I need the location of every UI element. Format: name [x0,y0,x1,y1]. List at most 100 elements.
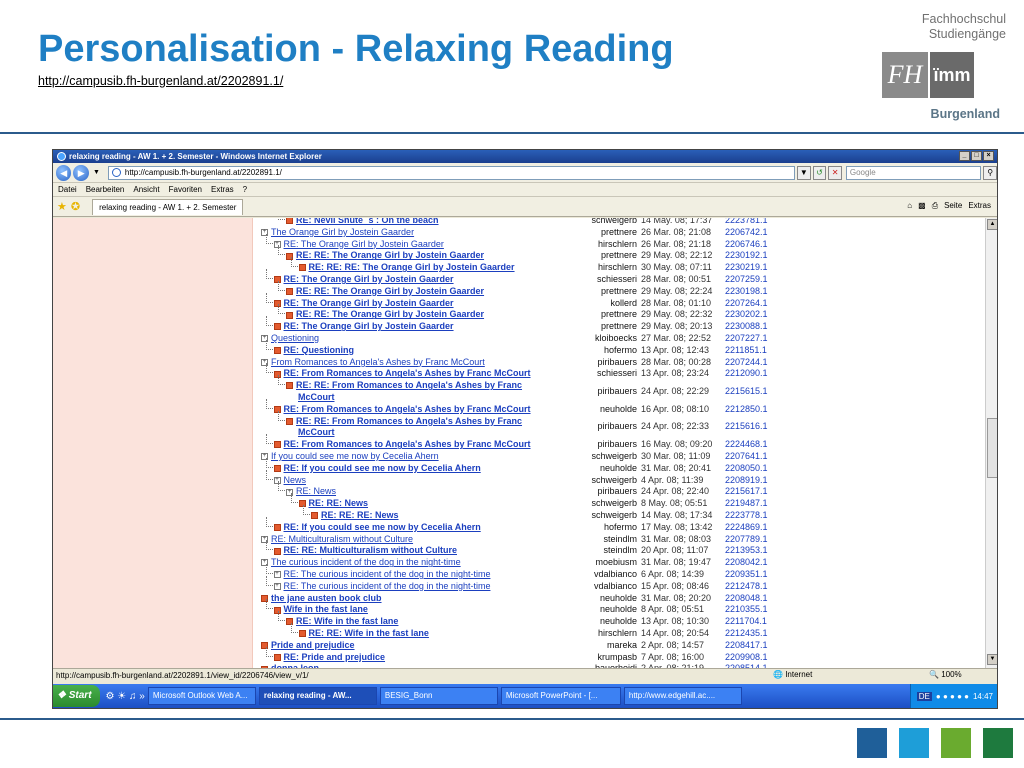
thread-id[interactable]: 2230198.1 [725,286,768,298]
thread-id[interactable]: 2223778.1 [725,510,768,522]
thread-subject[interactable]: RE: RE: RE: News [321,510,399,520]
back-arrow-icon[interactable]: ◀ [56,164,72,181]
thread-id[interactable]: 2212850.1 [725,404,768,416]
unread-post-icon[interactable] [273,323,281,331]
thread-id[interactable]: 2224869.1 [725,522,768,534]
thread-subject[interactable]: RE: The Orange Girl by Jostein Gaarder [284,298,454,308]
thread-id[interactable]: 2215617.1 [725,486,768,498]
thread-id[interactable]: 2215616.1 [725,421,768,433]
add-favorite-icon[interactable]: ✪ [71,200,80,213]
thread-id[interactable]: 2207259.1 [725,274,768,286]
unread-post-icon[interactable] [286,417,293,425]
task-relaxing-reading[interactable]: relaxing reading - AW... [258,687,377,705]
thread-id[interactable]: 2210355.1 [725,604,768,616]
unread-post-icon[interactable] [298,630,306,638]
task-outlook[interactable]: Microsoft Outlook Web A... [147,687,256,705]
thread-subject[interactable]: RE: RE: From Romances to Angela's Ashes … [296,416,522,426]
menu-favoriten[interactable]: Favoriten [169,185,202,194]
thread-subject[interactable]: Pride and prejudice [271,640,355,650]
thread-subject[interactable]: RE: RE: News [309,498,369,508]
thread-id[interactable]: 2211851.1 [725,345,767,357]
thread-id[interactable]: 2208417.1 [725,640,768,652]
unread-post-icon[interactable] [273,346,281,354]
favorites-star-icon[interactable]: ★ [57,200,67,213]
thread-subject[interactable]: If you could see me now by Cecelia Ahern [271,451,439,461]
thread-id[interactable]: 2207789.1 [725,534,768,546]
scroll-up-icon[interactable]: ▲ [987,219,997,230]
tab-relaxing-reading[interactable]: relaxing reading - AW 1. + 2. Semester [92,198,244,215]
thread-id[interactable]: 2215615.1 [725,386,768,398]
unread-post-icon[interactable] [298,264,306,272]
thread-id[interactable]: 2207641.1 [725,451,768,463]
forward-arrow-icon[interactable]: ▶ [73,164,89,181]
thread-id[interactable]: 2206742.1 [725,227,768,239]
thread-id[interactable]: 2208919.1 [725,475,768,487]
thread-subject[interactable]: RE: RE: RE: The Orange Girl by Jostein G… [309,262,515,272]
task-powerpoint[interactable]: Microsoft PowerPoint - [... [500,687,621,705]
thread-subject[interactable]: RE: The curious incident of the dog in t… [284,569,491,579]
unread-post-icon[interactable] [286,287,293,295]
menu-extras[interactable]: Extras [211,185,234,194]
thread-subject[interactable]: RE: RE: The Orange Girl by Jostein Gaard… [296,250,484,260]
thread-subject[interactable]: RE: The Orange Girl by Jostein Gaarder [284,321,454,331]
stop-icon[interactable]: ✕ [828,165,842,180]
quicklaunch-icons[interactable]: ⚙ ☀ ♫ » [106,691,145,702]
seite-menu[interactable]: Seite [944,201,962,211]
thread-id[interactable]: 2207244.1 [725,357,768,369]
thread-id[interactable]: 2209908.1 [725,652,768,664]
maximize-button[interactable]: □ [971,151,982,161]
thread-subject[interactable]: RE: The Orange Girl by Jostein Gaarder [284,239,444,249]
thread-id[interactable]: 2223781.1 [725,218,768,227]
expand-icon[interactable]: + [273,582,281,590]
search-input[interactable]: Google [845,165,982,180]
history-dropdown-icon[interactable]: ▼ [93,169,100,176]
unread-post-icon[interactable] [273,441,281,449]
thread-id[interactable]: 2219487.1 [725,498,768,510]
feeds-icon[interactable]: ▩ [918,201,926,211]
thread-subject[interactable]: RE: The curious incident of the dog in t… [284,581,491,591]
url-dropdown-icon[interactable]: ▼ [797,165,811,180]
thread-subject[interactable]: the jane austen book club [271,593,382,603]
thread-subject[interactable]: RE: RE: From Romances to Angela's Ashes … [296,380,522,390]
thread-subject[interactable]: RE: The Orange Girl by Jostein Gaarder [284,274,454,284]
thread-subject[interactable]: RE: If you could see me now by Cecelia A… [284,463,481,473]
thread-subject[interactable]: RE: Multiculturalism without Culture [271,534,413,544]
thread-id[interactable]: 2208048.1 [725,593,768,605]
thread-id[interactable]: 2207227.1 [725,333,768,345]
thread-subject-continued[interactable]: McCourt [298,427,335,437]
thread-id[interactable]: 2208050.1 [725,463,768,475]
thread-id[interactable]: 2213953.1 [725,545,768,557]
vertical-scrollbar[interactable]: ▲ ▼ [985,218,997,668]
thread-id[interactable]: 2208042.1 [725,557,768,569]
tray-icons[interactable]: ● ● ● ● ● [936,692,969,701]
thread-subject[interactable]: RE: From Romances to Angela's Ashes by F… [284,439,531,449]
expand-icon[interactable]: + [273,571,281,579]
unread-post-icon[interactable] [286,311,293,319]
unread-post-icon[interactable] [286,382,293,390]
thread-subject-continued[interactable]: McCourt [298,392,335,402]
thread-id[interactable]: 2212478.1 [725,581,768,593]
status-zoom[interactable]: 🔍 100% [929,670,962,679]
thread-subject[interactable]: The Orange Girl by Jostein Gaarder [271,227,414,237]
thread-subject[interactable]: The curious incident of the dog in the n… [271,557,461,567]
unread-post-icon[interactable] [311,512,318,520]
thread-subject[interactable]: RE: RE: Wife in the fast lane [309,628,429,638]
thread-subject[interactable]: RE: From Romances to Angela's Ashes by F… [284,404,531,414]
unread-post-icon[interactable] [273,464,281,472]
unread-post-icon[interactable] [273,547,281,555]
start-button[interactable]: ❖ Start [53,685,100,707]
url-input[interactable]: http://campusib.fh-burgenland.at/2202891… [107,165,796,180]
print-icon[interactable]: ⎙ [932,201,938,211]
thread-id[interactable]: 2212435.1 [725,628,768,640]
thread-id[interactable]: 2206746.1 [725,239,768,251]
thread-id[interactable]: 2212090.1 [725,368,768,380]
unread-post-icon[interactable] [273,653,281,661]
home-icon[interactable]: ⌂ [907,201,912,211]
thread-subject[interactable]: RE: Nevil Shute ´s : On the beach [296,218,439,225]
thread-subject[interactable]: RE: Pride and prejudice [284,652,386,662]
thread-subject[interactable]: Questioning [271,333,319,343]
thread-subject[interactable]: RE: RE: The Orange Girl by Jostein Gaard… [296,286,484,296]
slide-link[interactable]: http://campusib.fh-burgenland.at/2202891… [38,74,283,88]
thread-id[interactable]: 2230192.1 [725,250,768,262]
extras-menu[interactable]: Extras [968,201,991,211]
